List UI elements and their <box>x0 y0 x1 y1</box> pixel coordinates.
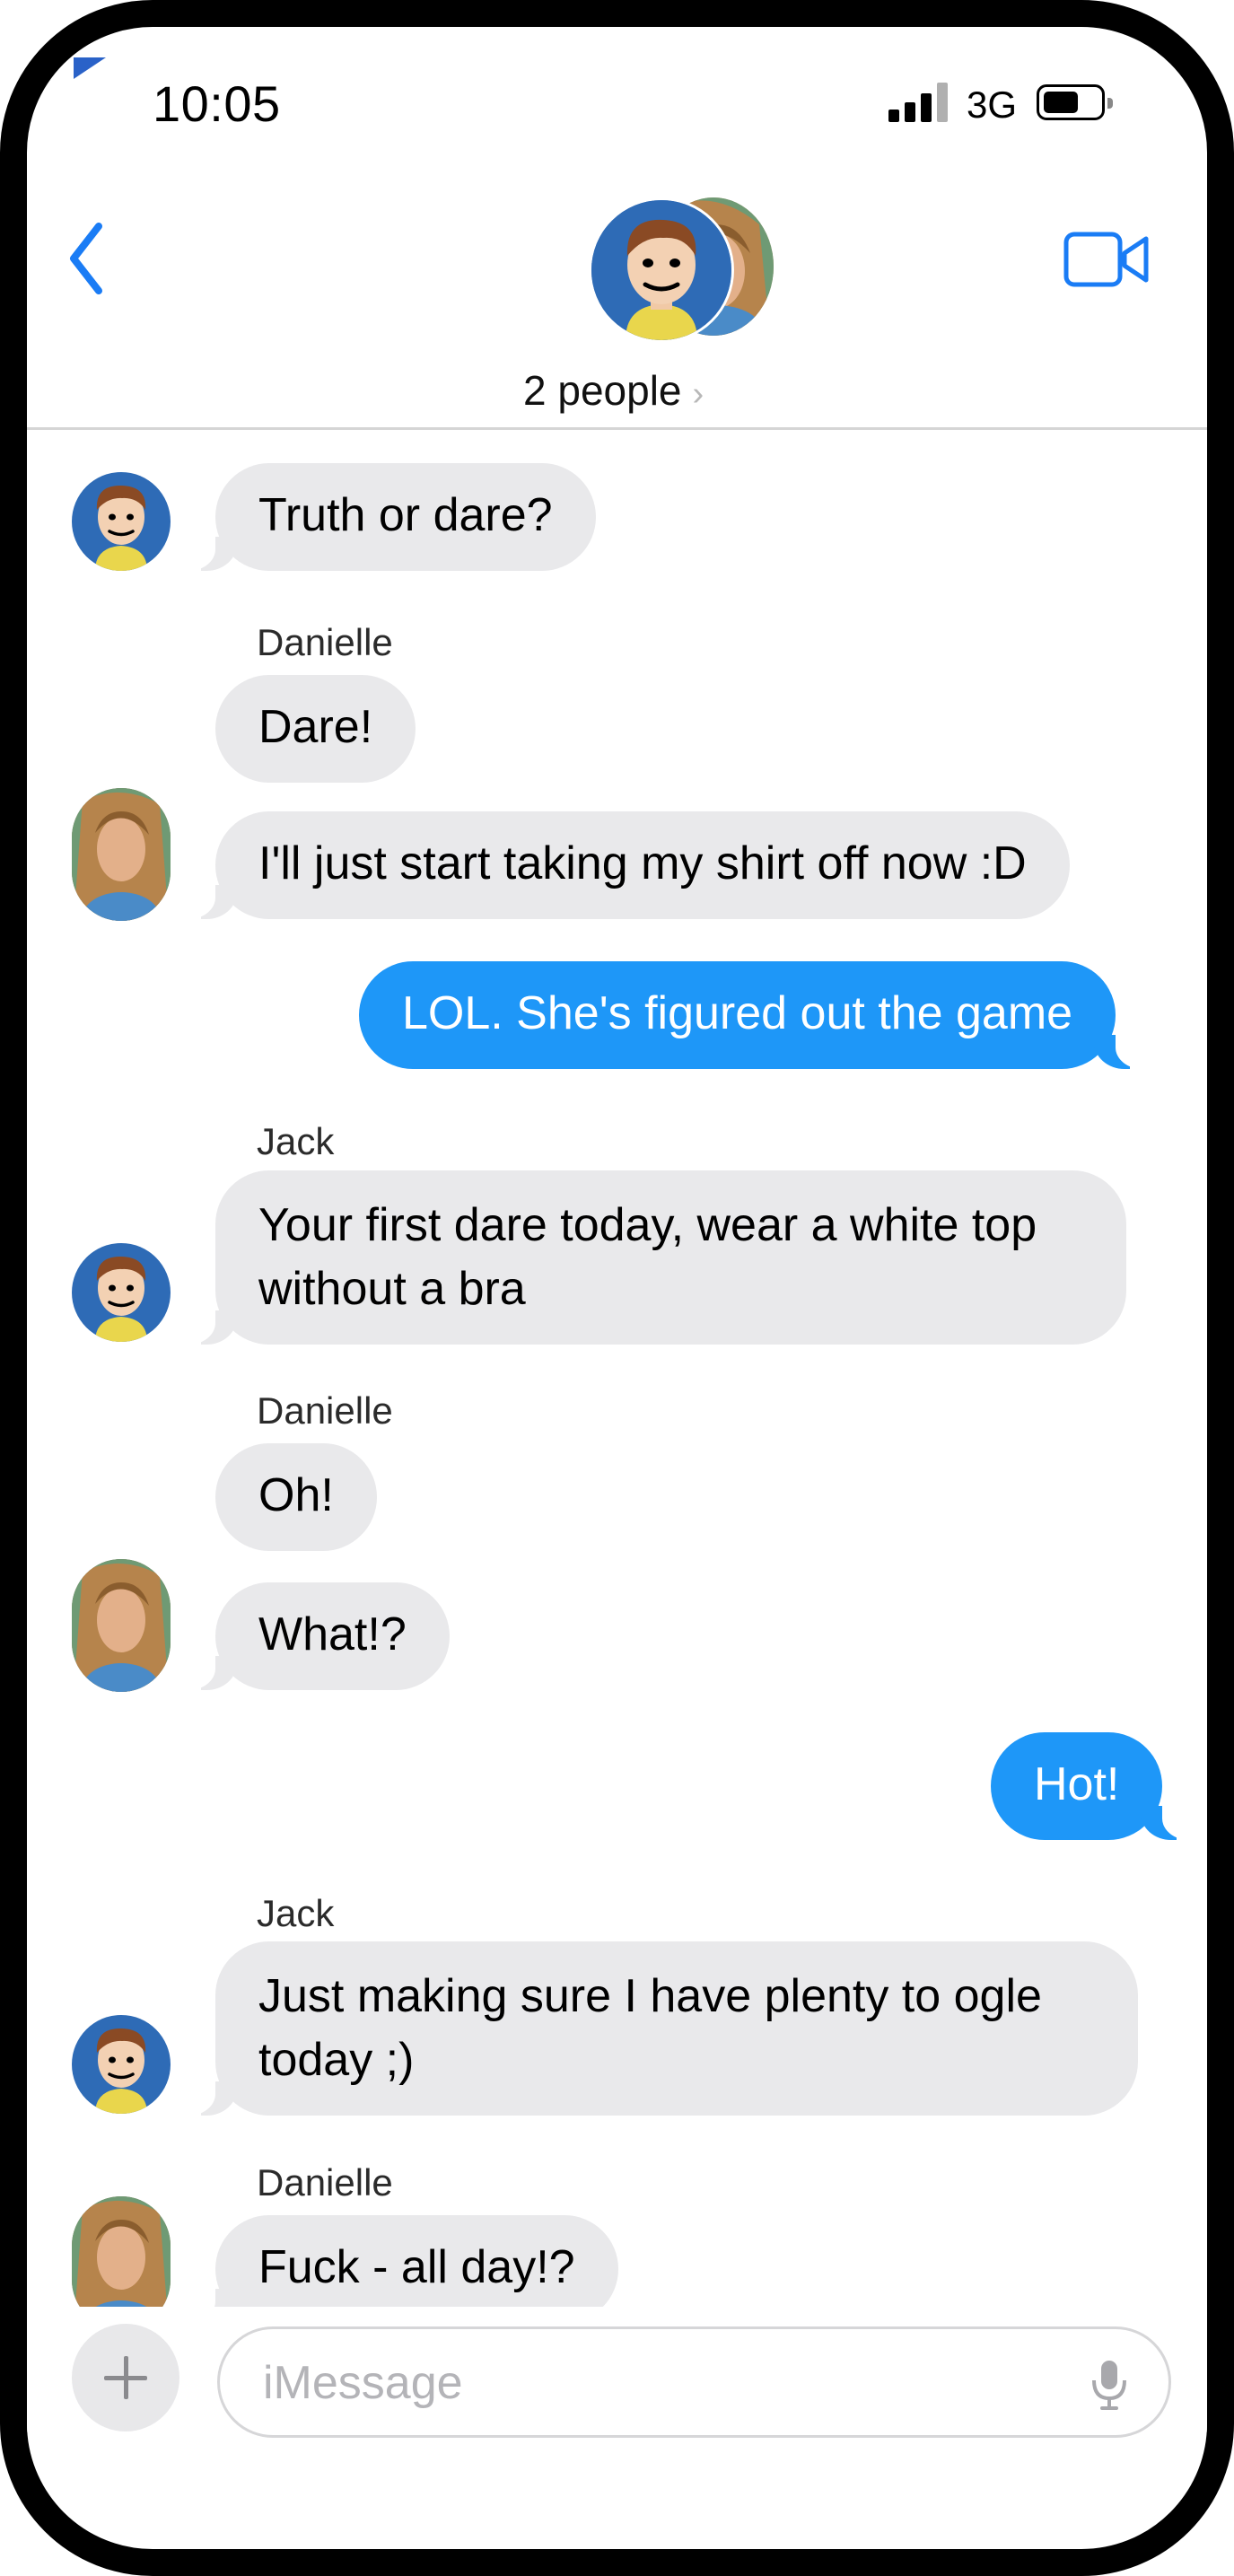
network-label: 3G <box>967 83 1018 126</box>
outgoing-message-bubble[interactable]: LOL. She's figured out the game <box>359 961 1152 1069</box>
message-text: Truth or dare? <box>258 489 553 541</box>
jack-avatar <box>72 1243 171 1342</box>
message-text: Hot! <box>1034 1758 1120 1810</box>
back-chevron-icon[interactable] <box>68 223 104 294</box>
message-text: What!? <box>258 1608 407 1660</box>
outgoing-message-bubble[interactable]: Hot! <box>991 1732 1199 1840</box>
jack-avatar <box>72 2015 171 2114</box>
danielle-avatar <box>72 788 171 921</box>
sender-name: Danielle <box>257 621 393 663</box>
status-bar: 10:05 3G <box>27 27 1207 135</box>
microphone-icon[interactable] <box>1091 2359 1127 2411</box>
jack-avatar <box>72 472 171 571</box>
composer-bar <box>27 2307 1207 2438</box>
signal-icon <box>888 83 948 122</box>
chevron-right-icon: › <box>692 375 705 413</box>
message-text: Dare! <box>258 701 373 753</box>
message-text: I'll just start taking my shirt off now … <box>258 837 1027 889</box>
incoming-message-bubble[interactable]: Just making sure I have plenty to ogle t… <box>179 1941 1138 2116</box>
people-count-label: 2 people <box>523 367 682 414</box>
message-text: LOL. She's figured out the game <box>402 987 1073 1039</box>
status-time: 10:05 <box>153 75 281 132</box>
message-list[interactable]: Truth or dare? Danielle Dare! I'll just … <box>27 430 1207 2315</box>
sender-name: Jack <box>257 1120 335 1162</box>
battery-icon <box>1037 84 1113 120</box>
danielle-avatar <box>72 2196 171 2315</box>
group-title[interactable]: 2 people › <box>523 366 704 415</box>
jack-avatar <box>589 197 734 343</box>
incoming-message-bubble[interactable]: Dare! <box>215 675 416 783</box>
message-input-field[interactable] <box>217 2326 1171 2438</box>
plus-icon[interactable] <box>72 2324 179 2431</box>
incoming-message-bubble[interactable]: Truth or dare? <box>179 463 596 571</box>
sender-name: Danielle <box>257 2161 393 2204</box>
message-text: Your first dare today, wear a white top … <box>258 1199 1037 1315</box>
message-text: Oh! <box>258 1469 334 1521</box>
phone-frame: 10:05 3G 2 people › Truth or dare? Danie… <box>0 0 1234 2576</box>
incoming-message-bubble[interactable]: Oh! <box>215 1443 377 1551</box>
video-camera-icon[interactable] <box>1063 232 1150 287</box>
incoming-message-bubble[interactable]: I'll just start taking my shirt off now … <box>179 811 1070 919</box>
message-text: Fuck - all day!? <box>258 2241 575 2293</box>
incoming-message-bubble[interactable]: Fuck - all day!? <box>179 2215 618 2315</box>
group-avatars[interactable] <box>589 197 777 343</box>
incoming-message-bubble[interactable]: Your first dare today, wear a white top … <box>179 1170 1126 1345</box>
sender-name: Jack <box>257 1892 335 1934</box>
danielle-avatar <box>72 1559 171 1692</box>
sender-name: Danielle <box>257 1389 393 1432</box>
incoming-message-bubble[interactable]: What!? <box>179 1582 450 1690</box>
imessage-input[interactable] <box>261 2351 1055 2415</box>
message-text: Just making sure I have plenty to ogle t… <box>258 1970 1042 2086</box>
